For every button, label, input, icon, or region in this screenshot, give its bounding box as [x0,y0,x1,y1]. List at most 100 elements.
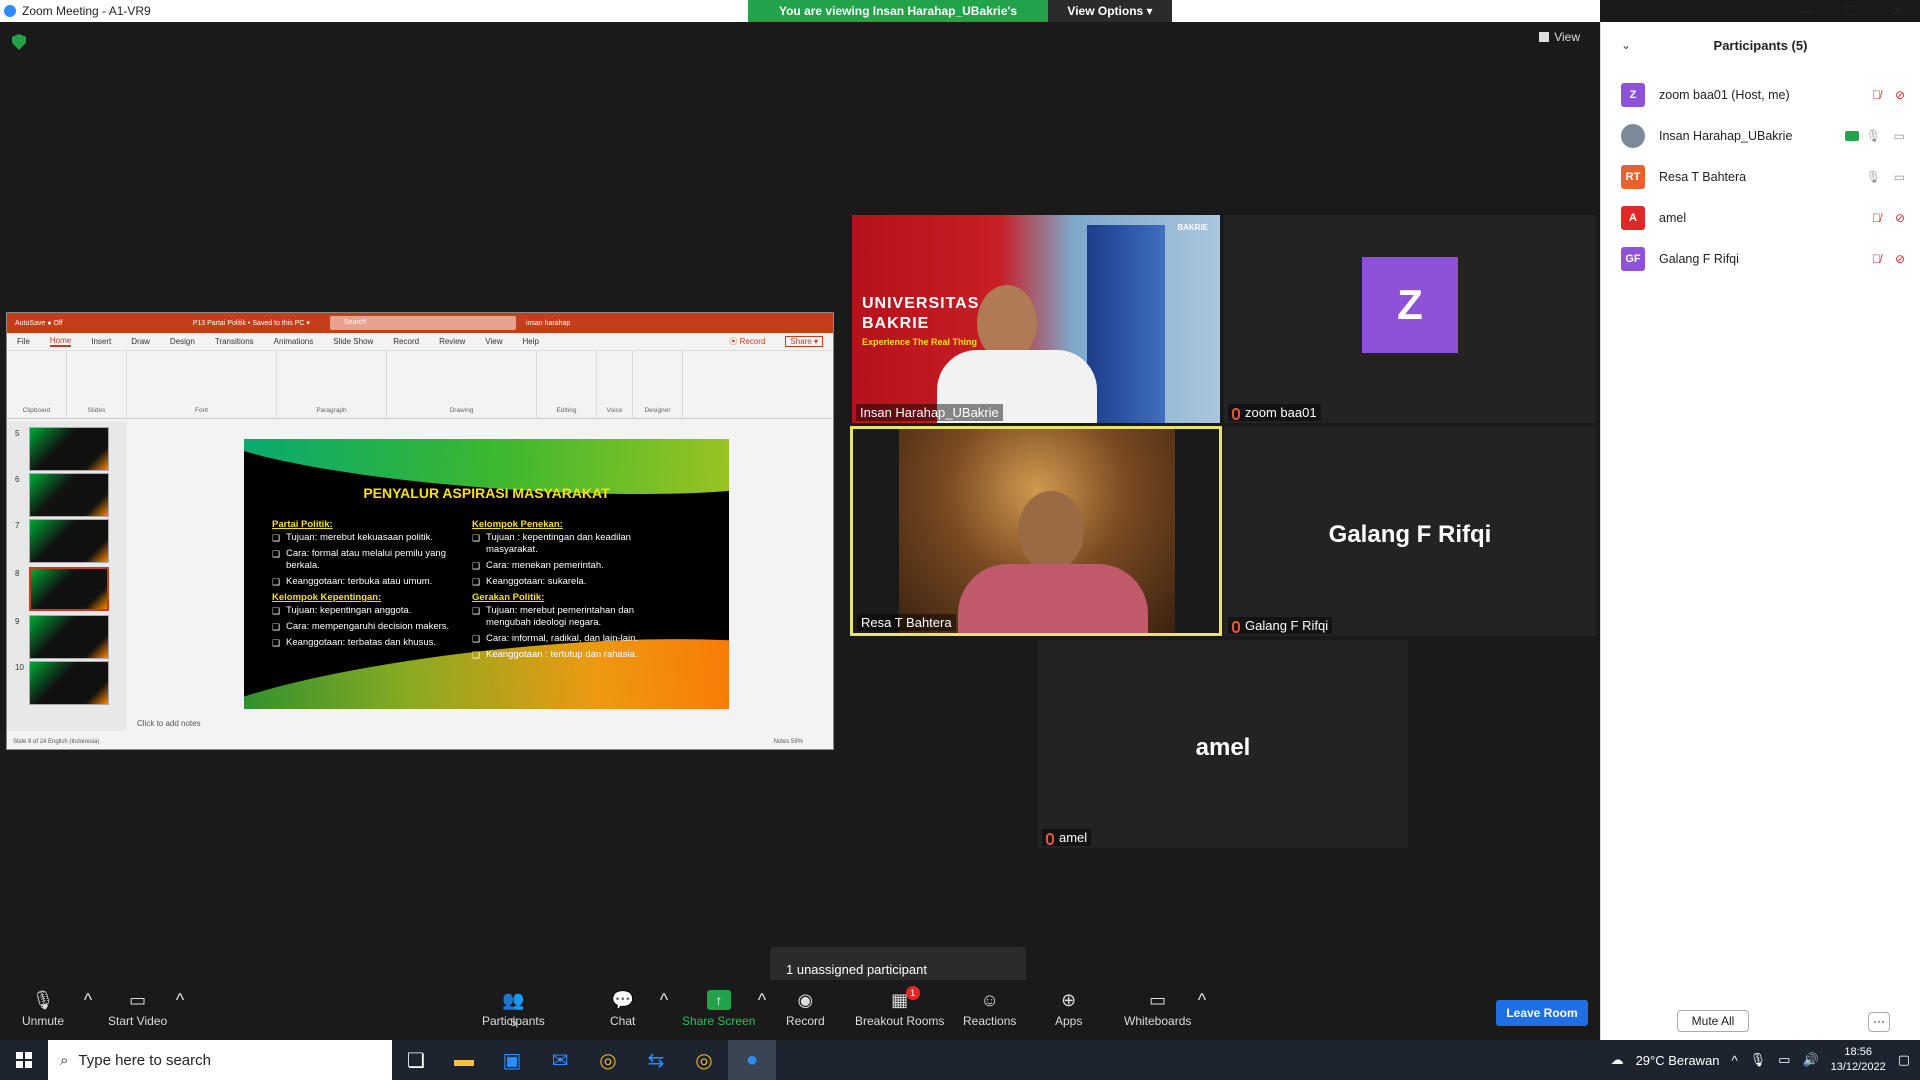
audio-options-caret[interactable]: ^ [76,990,100,1014]
slide-thumbnail[interactable] [29,661,109,705]
chrome-icon[interactable]: ◎ [584,1040,632,1080]
slide-thumbnail[interactable] [29,567,109,611]
notification-icon[interactable]: ▢ [1898,1052,1910,1068]
slide-thumbnail[interactable] [29,519,109,563]
ppt-status-left: Slide 8 of 24 English (Indonesia) [13,739,100,745]
ppt-share-button[interactable]: Share ▾ [785,336,823,347]
slide-bullet: Cara: mempengaruhi decision makers. [272,621,462,633]
encryption-shield-icon[interactable] [12,34,26,50]
microphone-tray-icon[interactable]: 🎙 [1750,1052,1767,1068]
unmute-button[interactable]: 🎙 Unmute [22,990,64,1028]
view-options-button[interactable]: View Options ▾ [1048,0,1172,22]
chat-options-caret[interactable]: ^ [652,990,676,1014]
ribbon-group[interactable]: Editing [537,351,597,418]
mute-all-button[interactable]: Mute All [1677,1010,1749,1032]
ppt-search-box[interactable]: Search [329,316,516,330]
ppt-tab[interactable]: Record [393,337,419,346]
taskbar-search[interactable]: ⌕ Type here to search [48,1040,392,1080]
start-button[interactable] [0,1040,48,1080]
mic-icon[interactable]: 🎙 [1866,129,1881,143]
video-tile-zoom-baa01[interactable]: Z zoom baa01 [1224,215,1596,423]
video-options-caret[interactable]: ^ [168,990,192,1014]
clock[interactable]: 18:56 13/12/2022 [1831,1045,1886,1075]
ribbon-group[interactable]: Designer [633,351,683,418]
video-off-icon[interactable]: ⊘ [1895,211,1905,225]
video-tile-amel[interactable]: amel amel [1038,640,1408,848]
volume-icon[interactable]: 🔊 [1802,1052,1818,1068]
slide-thumbnail[interactable] [29,427,109,471]
participants-button[interactable]: 👥5 Participants [482,990,545,1029]
ppt-tab[interactable]: Review [439,337,465,346]
ribbon-group[interactable]: Drawing [387,351,537,418]
ribbon-group[interactable]: Clipboard [7,351,67,418]
record-icon: ◉ [797,990,814,1010]
mic-muted-icon[interactable]: 🎙̸ [1872,252,1881,266]
share-options-caret[interactable]: ^ [750,990,774,1014]
ribbon-group-label: Slides [87,407,106,414]
ppt-tab[interactable]: Transitions [215,337,254,346]
ppt-tab[interactable]: Animations [274,337,314,346]
more-options-button[interactable]: ··· [1868,1012,1890,1032]
video-icon[interactable]: ▭ [1894,129,1905,143]
reactions-button[interactable]: ☺ Reactions [963,990,1016,1028]
current-slide[interactable]: PENYALUR ASPIRASI MASYARAKAT Partai Poli… [244,439,729,709]
tray-chevron-icon[interactable]: ^ [1732,1053,1738,1068]
file-explorer-icon[interactable]: ▬ [440,1040,488,1080]
video-tile-galang[interactable]: Galang F Rifqi Galang F Rifqi [1224,426,1596,636]
collapse-chevron-icon[interactable]: ⌄ [1621,38,1631,52]
slide-notes[interactable]: Click to add notes [137,719,201,728]
ppt-tab[interactable]: Draw [131,337,150,346]
apps-button[interactable]: ⊕ Apps [1055,990,1082,1028]
video-off-icon[interactable]: ⊘ [1895,252,1905,266]
participant-row[interactable]: RT Resa T Bahtera 🎙 ▭ [1621,162,1911,192]
chrome-profile-icon[interactable]: ◎ [680,1040,728,1080]
minimize-button[interactable]: — [1782,0,1828,22]
shared-screen-powerpoint[interactable]: AutoSave ● Off P13 Partai Politik • Save… [6,312,834,750]
ppt-tab[interactable]: Design [170,337,195,346]
chat-button[interactable]: 💬 Chat [610,990,635,1028]
ppt-tab[interactable]: Slide Show [333,337,373,346]
record-button[interactable]: ◉ Record [786,990,825,1028]
ppt-record-button[interactable]: ⦿ Record [729,336,765,347]
ppt-tab[interactable]: File [17,337,30,346]
start-video-button[interactable]: ▭ Start Video [108,990,167,1028]
teamviewer-icon[interactable]: ⇆ [632,1040,680,1080]
video-tile-resa[interactable]: Resa T Bahtera [850,426,1222,636]
weather-text[interactable]: 29°C Berawan [1636,1053,1720,1068]
participant-row[interactable]: Aamel 🎙̸ ⊘ [1621,203,1911,233]
task-view-icon[interactable]: ❏ [392,1040,440,1080]
ppt-autosave[interactable]: AutoSave ● Off [15,320,63,327]
ppt-tab[interactable]: View [485,337,502,346]
participant-row[interactable]: GF Galang F Rifqi 🎙̸ ⊘ [1621,244,1911,274]
video-tile-insan[interactable]: UNIVERSITAS BAKRIE Experience The Real T… [852,215,1220,423]
slide-thumbnail[interactable] [29,615,109,659]
whiteboard-options-caret[interactable]: ^ [1190,990,1214,1014]
network-icon[interactable]: ▭ [1778,1052,1790,1068]
share-screen-button[interactable]: ↑ Share Screen [682,990,755,1028]
slide-thumbnail[interactable] [29,473,109,517]
close-button[interactable]: ✕ [1874,0,1920,22]
mic-muted-icon[interactable]: 🎙̸ [1872,88,1881,102]
ribbon-group[interactable]: Paragraph [277,351,387,418]
ribbon-group[interactable]: Slides [67,351,127,418]
store-icon[interactable]: ▣ [488,1040,536,1080]
leave-room-button[interactable]: Leave Room [1496,1000,1588,1026]
thumb-number: 6 [15,475,20,484]
ribbon-group[interactable]: Font [127,351,277,418]
ppt-tab[interactable]: Home [49,336,72,347]
whiteboards-button[interactable]: ▭ Whiteboards [1124,990,1191,1028]
ppt-tab[interactable]: Insert [91,337,111,346]
breakout-rooms-button[interactable]: ▦ 1 Breakout Rooms [855,986,944,1028]
participant-row[interactable]: Insan Harahap_UBakrie 🎙 ▭ [1621,121,1911,151]
video-off-icon[interactable]: ⊘ [1895,88,1905,102]
mic-icon[interactable]: 🎙 [1866,170,1881,184]
ppt-tab[interactable]: Help [523,337,539,346]
mail-icon[interactable]: ✉ [536,1040,584,1080]
maximize-button[interactable]: ❐ [1828,0,1874,22]
mic-muted-icon[interactable]: 🎙̸ [1872,211,1881,225]
ribbon-group[interactable]: Voice [597,351,633,418]
zoom-taskbar-icon[interactable]: ● [728,1040,776,1080]
participant-row[interactable]: Zzoom baa01 (Host, me) 🎙̸ ⊘ [1621,80,1911,110]
view-button[interactable]: View [1539,30,1580,44]
video-icon[interactable]: ▭ [1894,170,1905,184]
